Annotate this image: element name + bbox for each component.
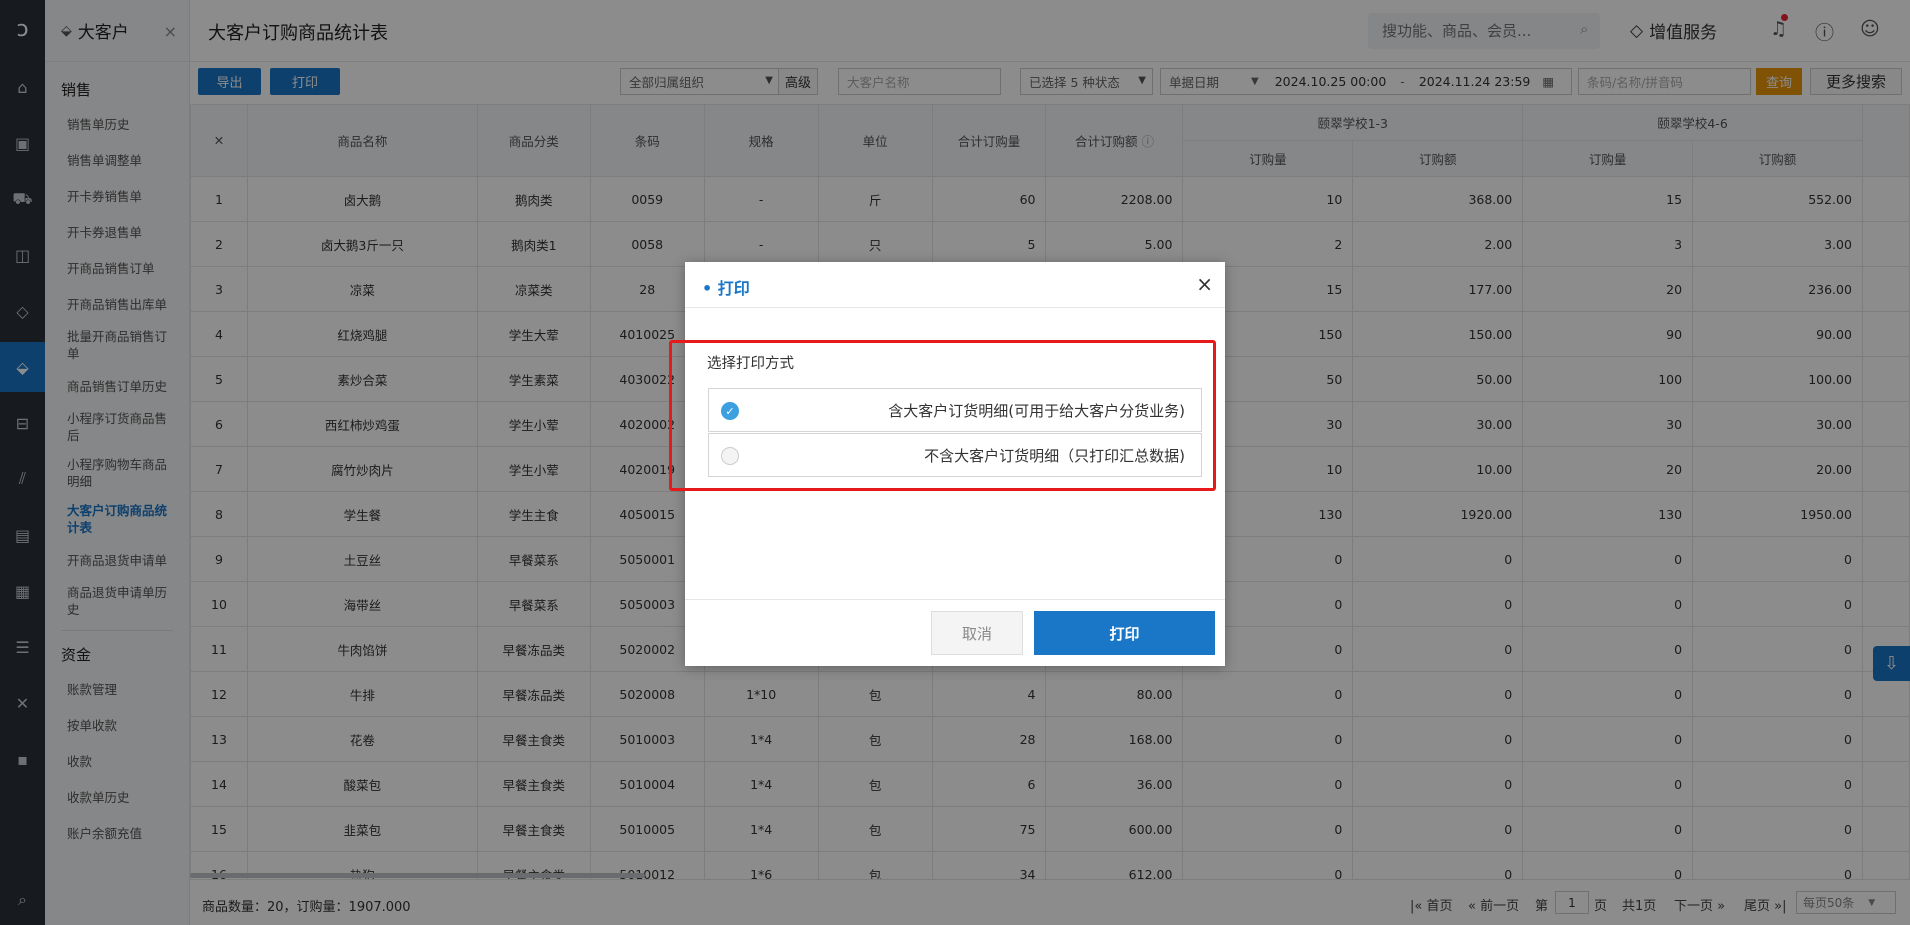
confirm-print-button[interactable]: 打印 bbox=[1034, 611, 1215, 655]
dialog-header: • 打印 × bbox=[685, 262, 1225, 308]
highlight-annotation bbox=[669, 340, 1216, 491]
dialog-title: • 打印 bbox=[702, 279, 750, 298]
dialog-title-text: 打印 bbox=[717, 279, 750, 298]
cancel-button[interactable]: 取消 bbox=[931, 611, 1023, 655]
close-icon[interactable]: × bbox=[1196, 272, 1213, 296]
dialog-footer: 取消 打印 bbox=[685, 599, 1225, 666]
